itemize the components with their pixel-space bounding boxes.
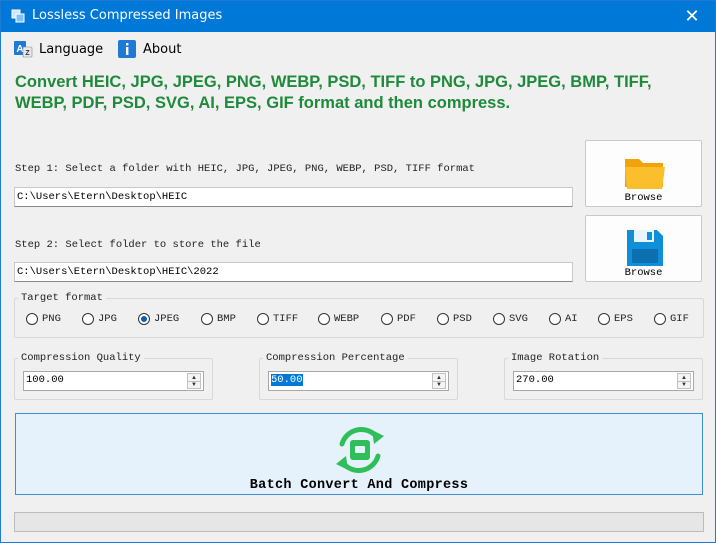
radio-circle[interactable]	[138, 313, 150, 325]
radio-circle[interactable]	[201, 313, 213, 325]
radio-circle[interactable]	[318, 313, 330, 325]
format-radio-jpeg[interactable]: JPEG	[138, 313, 179, 325]
browse-output-button[interactable]: Browse	[585, 215, 702, 282]
language-icon: A Z	[14, 41, 33, 58]
format-radio-label: PDF	[397, 313, 416, 325]
folder-icon	[625, 159, 665, 189]
headline-text: Convert HEIC, JPG, JPEG, PNG, WEBP, PSD,…	[15, 73, 652, 112]
format-radio-label: PNG	[42, 313, 61, 325]
step1-label: Step 1: Select a folder with HEIC, JPG, …	[15, 163, 475, 175]
format-radio-webp[interactable]: WEBP	[318, 313, 359, 325]
language-label: Language	[39, 41, 104, 57]
info-icon	[118, 40, 136, 58]
image-rotation-legend: Image Rotation	[508, 352, 603, 364]
convert-cycle-icon	[336, 427, 384, 473]
title-bar: Lossless Compressed Images ✕	[1, 1, 715, 32]
image-rotation-stepper[interactable]: ▲ ▼	[677, 373, 691, 389]
close-icon: ✕	[684, 6, 700, 26]
radio-circle[interactable]	[257, 313, 269, 325]
radio-circle[interactable]	[493, 313, 505, 325]
about-label: About	[143, 41, 182, 57]
step2-label: Step 2: Select folder to store the file	[15, 239, 261, 251]
format-radio-pdf[interactable]: PDF	[381, 313, 416, 325]
format-radio-jpg[interactable]: JPG	[82, 313, 117, 325]
image-rotation-value: 270.00	[516, 374, 554, 386]
compression-quality-value: 100.00	[26, 374, 64, 386]
radio-circle[interactable]	[26, 313, 38, 325]
floppy-disk-icon	[627, 230, 663, 266]
compression-percentage-value: 50.00	[271, 374, 303, 386]
format-radio-tiff[interactable]: TIFF	[257, 313, 298, 325]
format-radio-svg[interactable]: SVG	[493, 313, 528, 325]
format-radio-label: WEBP	[334, 313, 360, 325]
format-radio-psd[interactable]: PSD	[437, 313, 472, 325]
spin-down-icon[interactable]: ▼	[188, 381, 200, 388]
format-radio-label: TIFF	[273, 313, 299, 325]
browse-source-button[interactable]: Browse	[585, 140, 702, 207]
compression-quality-stepper[interactable]: ▲ ▼	[187, 373, 201, 389]
about-menu[interactable]: About	[117, 38, 181, 60]
format-radio-eps[interactable]: EPS	[598, 313, 633, 325]
format-radio-label: EPS	[614, 313, 633, 325]
target-format-legend: Target format	[18, 292, 106, 304]
format-radio-label: BMP	[217, 313, 236, 325]
compression-percentage-spinner[interactable]: 50.00 ▲ ▼	[268, 371, 449, 391]
compression-quality-spinner[interactable]: 100.00 ▲ ▼	[23, 371, 204, 391]
image-rotation-spinner[interactable]: 270.00 ▲ ▼	[513, 371, 694, 391]
browse-source-label: Browse	[624, 192, 663, 204]
progress-bar	[14, 512, 704, 532]
radio-circle[interactable]	[381, 313, 393, 325]
radio-circle[interactable]	[549, 313, 561, 325]
spin-down-icon[interactable]: ▼	[433, 381, 445, 388]
format-radio-label: PSD	[453, 313, 472, 325]
format-radio-png[interactable]: PNG	[26, 313, 61, 325]
format-radio-label: JPEG	[154, 313, 180, 325]
svg-text:Z: Z	[25, 50, 30, 57]
output-folder-input[interactable]: C:\Users\Etern\Desktop\HEIC\2022	[14, 262, 573, 282]
svg-text:A: A	[16, 44, 23, 55]
source-folder-input[interactable]: C:\Users\Etern\Desktop\HEIC	[14, 187, 573, 207]
format-radio-label: JPG	[98, 313, 117, 325]
radio-circle[interactable]	[82, 313, 94, 325]
close-button[interactable]: ✕	[669, 1, 715, 32]
format-radio-bmp[interactable]: BMP	[201, 313, 236, 325]
radio-circle[interactable]	[598, 313, 610, 325]
browse-output-label: Browse	[624, 267, 663, 279]
format-radio-label: SVG	[509, 313, 528, 325]
radio-circle[interactable]	[654, 313, 666, 325]
app-window: Lossless Compressed Images ✕ A Z Languag…	[0, 0, 716, 543]
spin-down-icon[interactable]: ▼	[678, 381, 690, 388]
menu-bar: A Z Language About	[1, 32, 715, 64]
language-menu[interactable]: A Z Language	[13, 38, 103, 60]
app-icon	[11, 9, 25, 23]
compression-quality-legend: Compression Quality	[18, 352, 144, 364]
radio-circle[interactable]	[437, 313, 449, 325]
batch-convert-button[interactable]: Batch Convert And Compress	[15, 413, 703, 495]
batch-convert-label: Batch Convert And Compress	[249, 478, 469, 493]
format-radio-gif[interactable]: GIF	[654, 313, 689, 325]
compression-percentage-stepper[interactable]: ▲ ▼	[432, 373, 446, 389]
format-radio-label: GIF	[670, 313, 689, 325]
format-radio-label: AI	[565, 313, 578, 325]
window-title: Lossless Compressed Images	[32, 8, 223, 23]
format-radio-ai[interactable]: AI	[549, 313, 578, 325]
compression-percentage-legend: Compression Percentage	[263, 352, 408, 364]
